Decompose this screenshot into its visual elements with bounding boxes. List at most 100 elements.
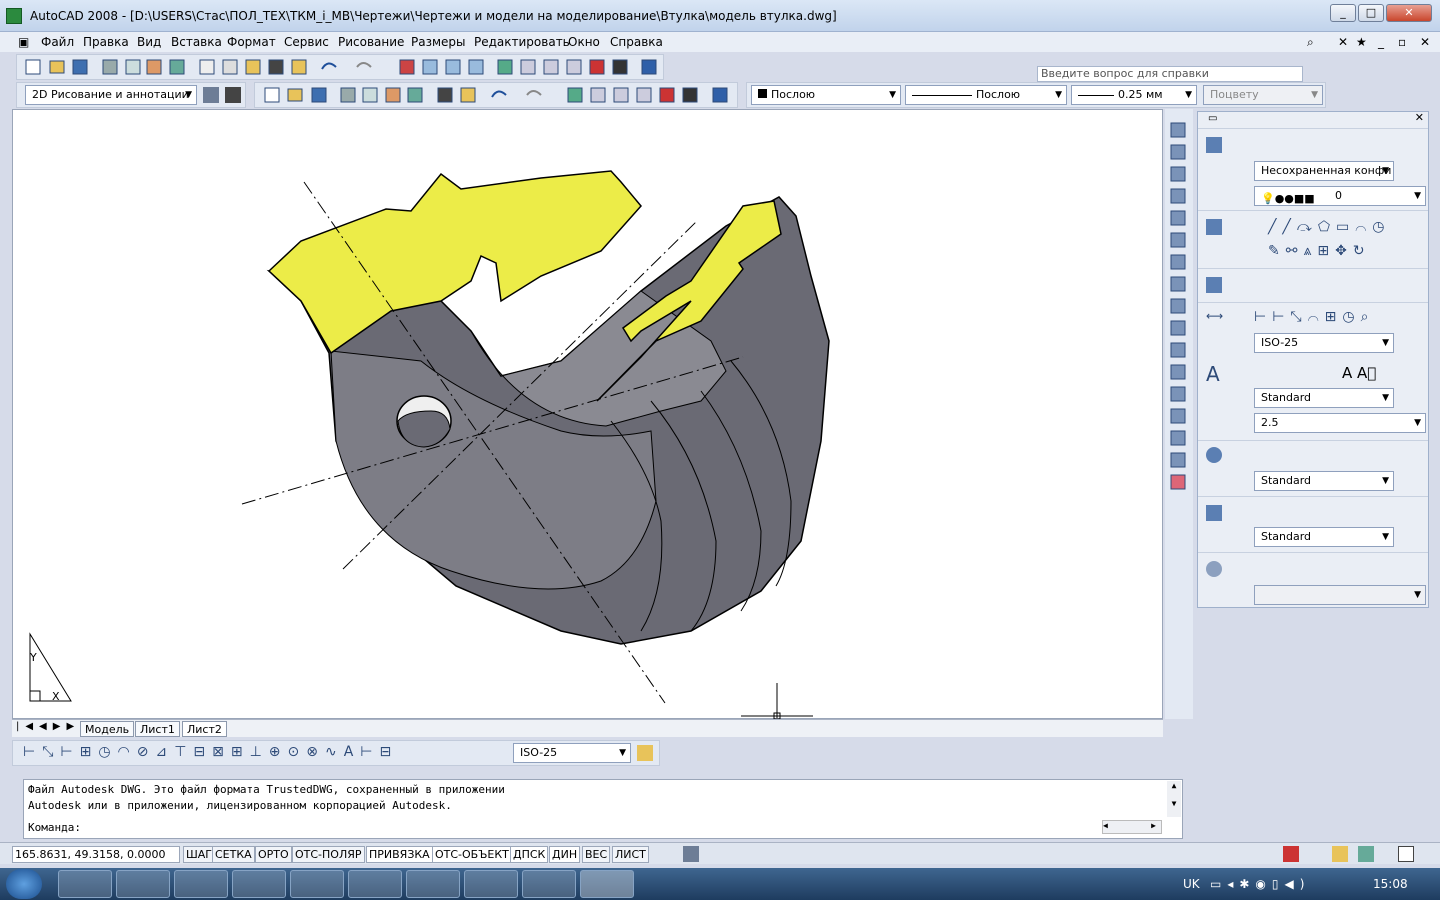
taskbar-explorer[interactable] [174, 870, 228, 898]
command-prompt[interactable]: Команда: [28, 821, 81, 834]
bushing-model[interactable] [13, 110, 1164, 720]
paper-button[interactable]: ЛИСТ [612, 846, 649, 863]
taskbar-ie[interactable] [58, 870, 112, 898]
menu-format[interactable]: Формат [227, 35, 276, 49]
annotation-toolbar-icons[interactable] [255, 83, 737, 107]
multileader-section: Standard ▼ [1198, 440, 1428, 496]
autocad-app-icon[interactable] [6, 8, 22, 24]
table-panel-icon [1206, 505, 1222, 521]
menu-file[interactable]: Файл [41, 35, 74, 49]
menu-dimension[interactable]: Размеры [411, 35, 466, 49]
menu-draw[interactable]: Рисование [338, 35, 404, 49]
snap-button[interactable]: ШАГ [183, 846, 215, 863]
tab-sheet1[interactable]: Лист1 [135, 721, 180, 737]
panel-menu-icon[interactable]: ▭ [1208, 113, 1217, 124]
workspace-select[interactable]: 2D Рисование и аннотации ▼ [25, 85, 197, 105]
start-button[interactable] [6, 869, 42, 899]
clean-screen-icon[interactable] [1398, 846, 1414, 862]
tab-model[interactable]: Модель [80, 721, 135, 737]
help-search-input[interactable]: Введите вопрос для справки [1037, 66, 1303, 82]
ducs-button[interactable]: ДПСК [510, 846, 549, 863]
lineweight-select[interactable]: 0.25 мм ▼ [1071, 85, 1197, 105]
view-select[interactable]: ▼ [1254, 585, 1426, 605]
taskbar-opera[interactable] [290, 870, 344, 898]
plotstyle-select[interactable]: Поцвету ▼ [1203, 85, 1323, 105]
multileader-style-select[interactable]: Standard ▼ [1254, 471, 1394, 491]
taskbar-word[interactable] [522, 870, 576, 898]
comm-center-icon[interactable] [1358, 846, 1374, 862]
dimension-tools-row[interactable]: ⊢⊢⤡⌒⊞◷⌕ [1254, 309, 1374, 325]
taskbar-kaspersky[interactable] [116, 870, 170, 898]
doc-restore-icon[interactable]: ▫ [1398, 35, 1406, 49]
taskbar-save[interactable] [348, 870, 402, 898]
workspace-settings-icon[interactable] [203, 87, 219, 103]
lock-icon[interactable] [1332, 846, 1348, 862]
osnap-button[interactable]: ПРИВЯЗКА [366, 846, 433, 863]
draw-tools-row2[interactable]: ✎⚯⩓⊞✥↻ [1268, 243, 1371, 259]
dyn-button[interactable]: ДИН [549, 846, 581, 863]
linetype-select[interactable]: Послою ▼ [905, 85, 1067, 105]
menu-modify[interactable]: Редактировать [474, 35, 570, 49]
command-scrollbar[interactable]: ▲ ▼ [1167, 781, 1181, 817]
polar-button[interactable]: ОТС-ПОЛЯР [292, 846, 365, 863]
command-hscroll[interactable]: ◀ ▶ [1102, 820, 1162, 834]
ortho-button[interactable]: ОРТО [255, 846, 292, 863]
command-window[interactable]: Файл Autodesk DWG. Это файл формата Trus… [23, 779, 1183, 839]
annotation-scale-icon[interactable] [1283, 846, 1299, 862]
tray-icons[interactable]: ▭◂✱◉▯◀) [1210, 877, 1310, 891]
text-style-select[interactable]: Standard ▼ [1254, 388, 1394, 408]
drawing-canvas[interactable]: Y X [12, 109, 1164, 720]
menu-help[interactable]: Справка [610, 35, 663, 49]
maximize-viewport-icon[interactable] [683, 846, 699, 862]
draw-tools-row1[interactable]: ╱╱⤼⬠▭⌒◷ [1268, 219, 1391, 235]
doc-minimize-icon[interactable]: _ [1378, 35, 1384, 49]
minimize-button[interactable]: _ [1330, 4, 1356, 22]
dim-style-icon[interactable] [637, 745, 653, 761]
dashboard-panel: ▭ ✕ Несохраненная конфи ▼ 💡●●■■ 0 ▼ ╱╱⤼⬠▭⌒◷… [1197, 111, 1429, 608]
table-section: Standard ▼ [1198, 496, 1428, 552]
layer-select[interactable]: 💡●●■■ 0 ▼ [1254, 186, 1426, 206]
communication-icon[interactable]: ✕ [1338, 35, 1348, 49]
taskbar-app[interactable] [406, 870, 460, 898]
layers-icon [1206, 137, 1222, 153]
layer-state-select[interactable]: Несохраненная конфи ▼ [1254, 161, 1394, 181]
layout-tabs: |◀◀▶▶| Модель Лист1 Лист2 [12, 719, 1163, 737]
text-height-select[interactable]: 2.5 ▼ [1254, 413, 1426, 433]
menu-window[interactable]: Окно [568, 35, 600, 49]
tab-nav-arrows[interactable]: |◀◀▶▶| [16, 721, 90, 732]
otrack-button[interactable]: ОТС-ОБЪЕКТ [432, 846, 512, 863]
maximize-button[interactable]: □ [1358, 4, 1384, 22]
menu-tools[interactable]: Сервис [284, 35, 329, 49]
clock[interactable]: 15:08 [1373, 877, 1408, 891]
dim-style-select[interactable]: ISO-25 ▼ [1254, 333, 1394, 353]
doc-close-icon[interactable]: ✕ [1420, 35, 1430, 49]
search-icon[interactable]: ⌕ [1307, 35, 1314, 50]
text-panel-icon: A [1206, 362, 1220, 386]
close-button[interactable]: ✕ [1386, 4, 1432, 22]
dimension-toolbar-icons[interactable]: ⊢⤡⊢⊞◷◠⊘⊿⊤⊟⊠⊞⊥⊕⊙⊗∿A⊢⊟ [23, 744, 398, 760]
panel-close-icon[interactable]: ✕ [1415, 111, 1424, 124]
table-style-select[interactable]: Standard ▼ [1254, 527, 1394, 547]
command-history-line-1: Файл Autodesk DWG. Это файл формата Trus… [28, 783, 505, 796]
menu-view[interactable]: Вид [137, 35, 161, 49]
grid-button[interactable]: СЕТКА [212, 846, 255, 863]
draw-section: ╱╱⤼⬠▭⌒◷ ✎⚯⩓⊞✥↻ [1198, 210, 1428, 268]
menu-icon[interactable]: ▣ [18, 35, 29, 49]
lwt-button[interactable]: ВЕС [582, 846, 611, 863]
taskbar-media[interactable] [232, 870, 286, 898]
coordinates-display[interactable]: 165.8631, 49.3158, 0.0000 [12, 846, 180, 863]
taskbar-autocad[interactable] [580, 870, 634, 898]
taskbar-utorrent[interactable] [464, 870, 518, 898]
favorites-icon[interactable]: ★ [1356, 35, 1367, 49]
tab-sheet2[interactable]: Лист2 [182, 721, 227, 737]
modify-toolbar-icons[interactable] [1165, 109, 1193, 499]
workspace-gear-icon[interactable] [225, 87, 241, 103]
multiline-text-icon[interactable]: A A⃞ [1342, 364, 1376, 382]
standard-toolbar-icons[interactable] [17, 55, 663, 79]
menu-insert[interactable]: Вставка [171, 35, 222, 49]
color-select[interactable]: Послою ▼ [751, 85, 901, 105]
dimension-style-select[interactable]: ISO-25 ▼ [513, 743, 631, 763]
language-indicator[interactable]: UK [1183, 877, 1200, 891]
text-section: A A A⃞ Standard ▼ 2.5 ▼ [1198, 360, 1428, 440]
menu-edit[interactable]: Правка [83, 35, 129, 49]
